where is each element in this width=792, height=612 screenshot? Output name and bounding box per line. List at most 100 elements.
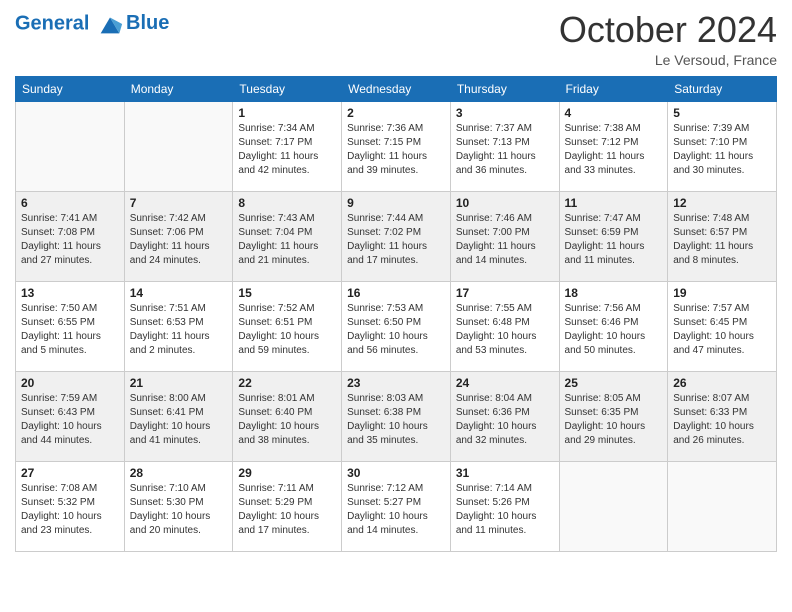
day-info: Sunrise: 7:53 AMSunset: 6:50 PMDaylight:… — [347, 302, 445, 358]
day-number: 31 — [456, 466, 554, 480]
day-info: Sunrise: 8:01 AMSunset: 6:40 PMDaylight:… — [238, 392, 336, 448]
day-cell — [124, 101, 233, 191]
day-cell: 6 Sunrise: 7:41 AMSunset: 7:08 PMDaylight… — [16, 191, 125, 281]
page: General Blue October 2024 Le Versoud, Fr… — [0, 0, 792, 612]
day-number: 1 — [238, 106, 336, 120]
week-row-0: 1 Sunrise: 7:34 AMSunset: 7:17 PMDaylight… — [16, 101, 777, 191]
day-info: Sunrise: 7:12 AMSunset: 5:27 PMDaylight:… — [347, 482, 445, 538]
day-cell: 9 Sunrise: 7:44 AMSunset: 7:02 PMDaylight… — [342, 191, 451, 281]
location: Le Versoud, France — [559, 52, 777, 68]
day-number: 24 — [456, 376, 554, 390]
day-cell: 21 Sunrise: 8:00 AMSunset: 6:41 PMDayligh… — [124, 371, 233, 461]
day-info: Sunrise: 8:00 AMSunset: 6:41 PMDaylight:… — [130, 392, 228, 448]
day-info: Sunrise: 7:59 AMSunset: 6:43 PMDaylight:… — [21, 392, 119, 448]
calendar-body: 1 Sunrise: 7:34 AMSunset: 7:17 PMDaylight… — [16, 101, 777, 551]
col-sunday: Sunday — [16, 76, 125, 101]
day-number: 9 — [347, 196, 445, 210]
day-cell — [16, 101, 125, 191]
day-info: Sunrise: 8:04 AMSunset: 6:36 PMDaylight:… — [456, 392, 554, 448]
day-number: 29 — [238, 466, 336, 480]
calendar-table: Sunday Monday Tuesday Wednesday Thursday… — [15, 76, 777, 552]
day-cell: 18 Sunrise: 7:56 AMSunset: 6:46 PMDayligh… — [559, 281, 668, 371]
day-cell: 4 Sunrise: 7:38 AMSunset: 7:12 PMDaylight… — [559, 101, 668, 191]
day-number: 20 — [21, 376, 119, 390]
day-info: Sunrise: 8:03 AMSunset: 6:38 PMDaylight:… — [347, 392, 445, 448]
day-cell: 30 Sunrise: 7:12 AMSunset: 5:27 PMDayligh… — [342, 461, 451, 551]
day-info: Sunrise: 7:11 AMSunset: 5:29 PMDaylight:… — [238, 482, 336, 538]
day-cell: 8 Sunrise: 7:43 AMSunset: 7:04 PMDaylight… — [233, 191, 342, 281]
day-cell: 22 Sunrise: 8:01 AMSunset: 6:40 PMDayligh… — [233, 371, 342, 461]
day-number: 3 — [456, 106, 554, 120]
col-friday: Friday — [559, 76, 668, 101]
day-cell: 26 Sunrise: 8:07 AMSunset: 6:33 PMDayligh… — [668, 371, 777, 461]
day-cell: 11Sunrise: 7:47 AMSunset: 6:59 PMDayligh… — [559, 191, 668, 281]
day-info: Sunrise: 7:56 AMSunset: 6:46 PMDaylight:… — [565, 302, 663, 358]
day-info: Sunrise: 7:51 AMSunset: 6:53 PMDaylight:… — [130, 302, 228, 358]
day-info: Sunrise: 7:41 AMSunset: 7:08 PMDaylight:… — [21, 212, 119, 268]
day-info: Sunrise: 7:44 AMSunset: 7:02 PMDaylight:… — [347, 212, 445, 268]
day-number: 15 — [238, 286, 336, 300]
day-info: Sunrise: 7:42 AMSunset: 7:06 PMDaylight:… — [130, 212, 228, 268]
day-info: Sunrise: 7:14 AMSunset: 5:26 PMDaylight:… — [456, 482, 554, 538]
day-info: Sunrise: 7:55 AMSunset: 6:48 PMDaylight:… — [456, 302, 554, 358]
day-number: 8 — [238, 196, 336, 210]
day-cell: 2Sunrise: 7:36 AMSunset: 7:15 PMDaylight… — [342, 101, 451, 191]
day-cell: 27 Sunrise: 7:08 AMSunset: 5:32 PMDayligh… — [16, 461, 125, 551]
day-number: 7 — [130, 196, 228, 210]
col-monday: Monday — [124, 76, 233, 101]
logo-general: General — [15, 12, 89, 34]
day-info: Sunrise: 7:38 AMSunset: 7:12 PMDaylight:… — [565, 122, 663, 178]
day-cell: 19Sunrise: 7:57 AMSunset: 6:45 PMDayligh… — [668, 281, 777, 371]
day-cell: 12Sunrise: 7:48 AMSunset: 6:57 PMDayligh… — [668, 191, 777, 281]
day-cell: 7 Sunrise: 7:42 AMSunset: 7:06 PMDaylight… — [124, 191, 233, 281]
day-number: 18 — [565, 286, 663, 300]
week-row-2: 13 Sunrise: 7:50 AMSunset: 6:55 PMDayligh… — [16, 281, 777, 371]
title-block: October 2024 Le Versoud, France — [559, 10, 777, 68]
day-cell — [668, 461, 777, 551]
day-cell: 14 Sunrise: 7:51 AMSunset: 6:53 PMDayligh… — [124, 281, 233, 371]
day-cell: 13 Sunrise: 7:50 AMSunset: 6:55 PMDayligh… — [16, 281, 125, 371]
day-number: 17 — [456, 286, 554, 300]
day-number: 30 — [347, 466, 445, 480]
day-info: Sunrise: 7:36 AMSunset: 7:15 PMDaylight:… — [347, 122, 445, 178]
day-number: 26 — [673, 376, 771, 390]
day-cell: 25Sunrise: 8:05 AMSunset: 6:35 PMDayligh… — [559, 371, 668, 461]
day-number: 14 — [130, 286, 228, 300]
day-cell: 10Sunrise: 7:46 AMSunset: 7:00 PMDayligh… — [450, 191, 559, 281]
week-row-4: 27 Sunrise: 7:08 AMSunset: 5:32 PMDayligh… — [16, 461, 777, 551]
day-cell: 23Sunrise: 8:03 AMSunset: 6:38 PMDayligh… — [342, 371, 451, 461]
day-number: 6 — [21, 196, 119, 210]
day-cell: 29 Sunrise: 7:11 AMSunset: 5:29 PMDayligh… — [233, 461, 342, 551]
day-cell: 1 Sunrise: 7:34 AMSunset: 7:17 PMDaylight… — [233, 101, 342, 191]
day-number: 27 — [21, 466, 119, 480]
day-info: Sunrise: 7:39 AMSunset: 7:10 PMDaylight:… — [673, 122, 771, 178]
day-number: 25 — [565, 376, 663, 390]
day-cell: 17 Sunrise: 7:55 AMSunset: 6:48 PMDayligh… — [450, 281, 559, 371]
day-info: Sunrise: 7:34 AMSunset: 7:17 PMDaylight:… — [238, 122, 336, 178]
day-number: 11 — [565, 196, 663, 210]
day-number: 4 — [565, 106, 663, 120]
day-info: Sunrise: 7:43 AMSunset: 7:04 PMDaylight:… — [238, 212, 336, 268]
day-number: 5 — [673, 106, 771, 120]
col-thursday: Thursday — [450, 76, 559, 101]
day-number: 16 — [347, 286, 445, 300]
day-cell — [559, 461, 668, 551]
day-number: 22 — [238, 376, 336, 390]
day-info: Sunrise: 8:07 AMSunset: 6:33 PMDaylight:… — [673, 392, 771, 448]
week-row-1: 6 Sunrise: 7:41 AMSunset: 7:08 PMDaylight… — [16, 191, 777, 281]
logo: General Blue — [15, 10, 169, 38]
day-number: 21 — [130, 376, 228, 390]
header-row: Sunday Monday Tuesday Wednesday Thursday… — [16, 76, 777, 101]
day-number: 10 — [456, 196, 554, 210]
day-cell: 16 Sunrise: 7:53 AMSunset: 6:50 PMDayligh… — [342, 281, 451, 371]
day-cell: 24 Sunrise: 8:04 AMSunset: 6:36 PMDayligh… — [450, 371, 559, 461]
logo-blue: Blue — [126, 13, 169, 34]
day-cell: 20 Sunrise: 7:59 AMSunset: 6:43 PMDayligh… — [16, 371, 125, 461]
day-info: Sunrise: 7:08 AMSunset: 5:32 PMDaylight:… — [21, 482, 119, 538]
day-number: 13 — [21, 286, 119, 300]
day-cell: 5 Sunrise: 7:39 AMSunset: 7:10 PMDaylight… — [668, 101, 777, 191]
day-number: 12 — [673, 196, 771, 210]
month-title: October 2024 — [559, 10, 777, 50]
day-info: Sunrise: 7:37 AMSunset: 7:13 PMDaylight:… — [456, 122, 554, 178]
day-info: Sunrise: 7:50 AMSunset: 6:55 PMDaylight:… — [21, 302, 119, 358]
